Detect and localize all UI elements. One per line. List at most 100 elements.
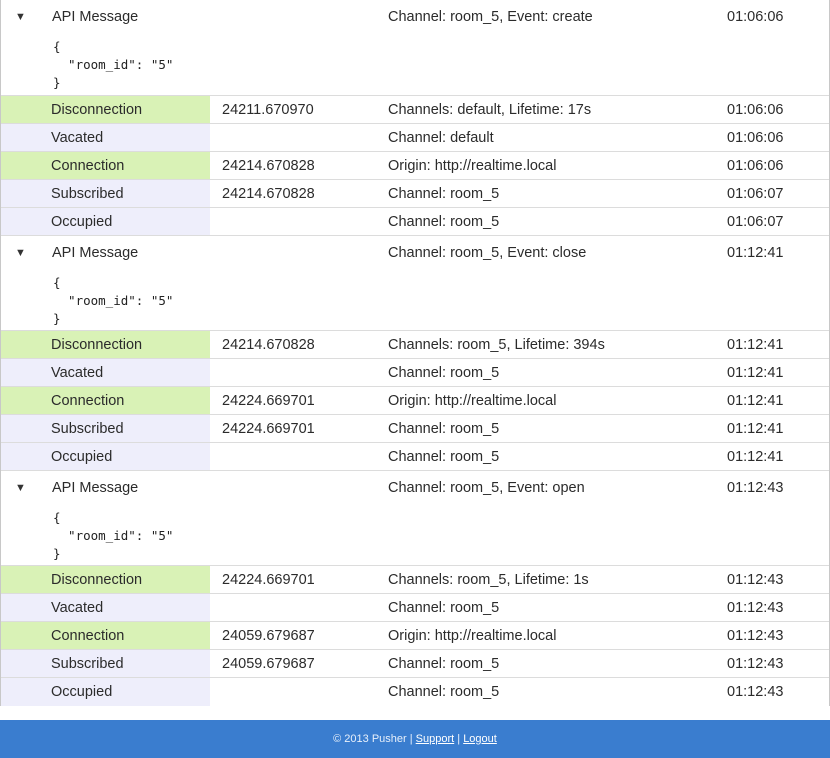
event-type-label: API Message [52,245,139,261]
event-time: 01:12:41 [727,337,784,353]
api-message-row: ▼ API Message Channel: room_5, Event: op… [1,471,829,566]
event-details: Channel: room_5 [388,365,500,381]
footer-separator: | [409,733,413,745]
event-details: Channel: room_5, Event: open [388,480,585,496]
event-details: Channel: room_5 [388,600,500,616]
event-time: 01:06:06 [727,9,784,25]
event-type-label: Occupied [1,208,210,235]
socket-id: 24214.670828 [222,158,315,174]
event-type-label: Vacated [1,594,210,621]
socket-id: 24224.669701 [222,393,315,409]
json-line: } [53,311,61,326]
event-time: 01:12:43 [727,656,784,672]
event-details: Channels: default, Lifetime: 17s [388,102,592,118]
event-type-label: Vacated [1,124,210,151]
event-details: Channel: default [388,130,494,146]
event-row-subscribed: Subscribed 24224.669701 Channel: room_5 … [1,415,829,443]
event-time: 01:12:43 [727,572,784,588]
event-details: Channel: room_5, Event: close [388,245,587,261]
footer-separator: | [457,733,461,745]
event-row-subscribed: Subscribed 24059.679687 Channel: room_5 … [1,650,829,678]
event-details: Channel: room_5 [388,684,500,700]
event-type-label: API Message [52,9,139,25]
event-details: Channel: room_5 [388,186,500,202]
event-details: Channel: room_5 [388,421,500,437]
json-line: "room_id": "5" [53,57,174,72]
json-line: { [53,510,61,525]
event-row-connection: Connection 24214.670828 Origin: http://r… [1,152,829,180]
event-time: 01:06:07 [727,186,784,202]
api-message-row: ▼ API Message Channel: room_5, Event: cr… [1,0,829,96]
collapse-toggle-icon[interactable]: ▼ [15,239,26,267]
event-details: Channel: room_5 [388,214,500,230]
event-time: 01:12:43 [727,684,784,700]
event-row-subscribed: Subscribed 24214.670828 Channel: room_5 … [1,180,829,208]
socket-id: 24224.669701 [222,421,315,437]
logout-link[interactable]: Logout [463,733,497,745]
event-type-label: API Message [52,480,139,496]
event-type-label: Connection [1,152,210,179]
event-row-vacated: Vacated Channel: default 01:06:06 [1,124,829,152]
event-time: 01:12:41 [727,421,784,437]
json-line: { [53,39,61,54]
event-row-occupied: Occupied Channel: room_5 01:12:43 [1,678,829,706]
event-row-connection: Connection 24224.669701 Origin: http://r… [1,387,829,415]
event-details: Channel: room_5 [388,449,500,465]
event-time: 01:12:41 [727,449,784,465]
json-line: "room_id": "5" [53,528,174,543]
socket-id: 24059.679687 [222,656,315,672]
json-line: } [53,546,61,561]
event-details: Origin: http://realtime.local [388,158,557,174]
event-time: 01:12:41 [727,393,784,409]
event-details: Channels: room_5, Lifetime: 394s [388,337,605,353]
event-type-label: Disconnection [1,331,210,358]
event-details: Origin: http://realtime.local [388,628,557,644]
socket-id: 24214.670828 [222,186,315,202]
copyright-text: © 2013 Pusher [333,733,407,745]
event-type-label: Occupied [1,678,210,706]
event-type-label: Occupied [1,443,210,470]
socket-id: 24211.670970 [222,102,314,118]
event-type-label: Subscribed [1,650,210,677]
event-details: Origin: http://realtime.local [388,393,557,409]
event-type-label: Vacated [1,359,210,386]
event-row-connection: Connection 24059.679687 Origin: http://r… [1,622,829,650]
page-footer: © 2013 Pusher | Support | Logout [0,720,830,758]
json-line: "room_id": "5" [53,293,174,308]
event-row-vacated: Vacated Channel: room_5 01:12:43 [1,594,829,622]
event-type-label: Subscribed [1,180,210,207]
event-row-disconnection: Disconnection 24211.670970 Channels: def… [1,96,829,124]
event-details: Channel: room_5 [388,656,500,672]
json-line: { [53,275,61,290]
event-row-occupied: Occupied Channel: room_5 01:06:07 [1,208,829,236]
api-message-json: { "room_id": "5" } [53,509,173,563]
collapse-toggle-icon[interactable]: ▼ [15,3,26,31]
api-message-row: ▼ API Message Channel: room_5, Event: cl… [1,236,829,331]
event-time: 01:12:43 [727,628,784,644]
collapse-toggle-icon[interactable]: ▼ [15,474,26,502]
event-type-label: Subscribed [1,415,210,442]
event-time: 01:12:41 [727,245,784,261]
json-line: } [53,75,61,90]
socket-id: 24224.669701 [222,572,315,588]
event-time: 01:12:41 [727,365,784,381]
event-time: 01:12:43 [727,480,784,496]
event-row-vacated: Vacated Channel: room_5 01:12:41 [1,359,829,387]
socket-id: 24059.679687 [222,628,315,644]
event-time: 01:06:07 [727,214,784,230]
support-link[interactable]: Support [416,733,455,745]
event-type-label: Connection [1,387,210,414]
event-details: Channels: room_5, Lifetime: 1s [388,572,589,588]
debug-console-log: ▼ API Message Channel: room_5, Event: cr… [0,0,830,706]
event-time: 01:12:43 [727,600,784,616]
event-time: 01:06:06 [727,158,784,174]
event-type-label: Connection [1,622,210,649]
event-row-disconnection: Disconnection 24214.670828 Channels: roo… [1,331,829,359]
event-row-occupied: Occupied Channel: room_5 01:12:41 [1,443,829,471]
event-time: 01:06:06 [727,130,784,146]
api-message-json: { "room_id": "5" } [53,38,173,92]
event-time: 01:06:06 [727,102,784,118]
event-type-label: Disconnection [1,566,210,593]
event-details: Channel: room_5, Event: create [388,9,593,25]
api-message-json: { "room_id": "5" } [53,274,173,328]
